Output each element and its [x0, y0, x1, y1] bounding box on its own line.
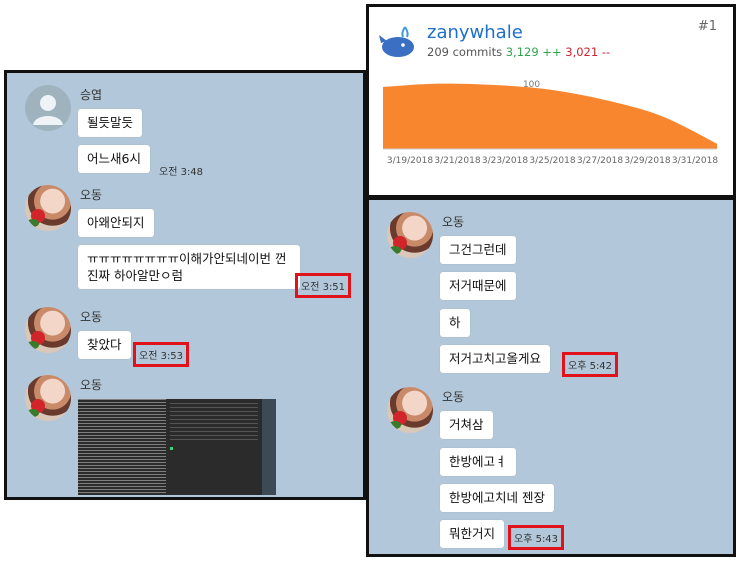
leaf-decoration [389, 246, 401, 254]
message-time-highlighted: 오후 5:42 [562, 352, 619, 377]
x-tick-label: 3/25/2018 [529, 156, 575, 166]
message-bubble[interactable]: ㅠㅠㅠㅠㅠㅠㅠㅠ이해가안되네이번 껀진짜 하아알만ㅇ럼 [78, 245, 300, 289]
person-icon [33, 95, 63, 125]
message-bubble[interactable]: 하 [440, 309, 470, 337]
contributor-stats: 209 commits 3,129 ++ 3,021 -- [427, 45, 610, 59]
message-bubble[interactable]: 아왜안되지 [78, 209, 154, 237]
leaf-decoration [27, 409, 39, 417]
message-time-highlighted: 오전 3:51 [295, 273, 352, 298]
sender-name: 오동 [80, 378, 103, 392]
right-chat-panel: 오동 그건그런데 저거때문에 하 저거고치고올게요 오후 5:42 오동 거쳐삼… [366, 197, 736, 557]
sender-name: 승엽 [80, 88, 103, 102]
contributor-rank: #1 [697, 19, 717, 34]
rose-photo-avatar[interactable] [387, 212, 433, 258]
left-chat-panel: 승엽 될듯말듯 어느새6시 오전 3:48 오동 아왜안되지 ㅠㅠㅠㅠㅠㅠㅠㅠ이… [4, 70, 366, 500]
additions-count: 3,129 ++ [505, 45, 562, 59]
default-avatar-icon[interactable] [25, 85, 71, 131]
message-bubble[interactable]: 한방에고ㅕ [440, 448, 516, 476]
x-tick-label: 3/29/2018 [624, 156, 670, 166]
message-bubble[interactable]: 거쳐삼 [440, 411, 493, 439]
shot-pane-left [78, 399, 166, 495]
whale-icon [379, 26, 414, 57]
sender-name: 오동 [442, 215, 465, 229]
rose-photo-avatar[interactable] [25, 375, 71, 421]
leaf-decoration [27, 341, 39, 349]
y-tick-label: 100 [523, 80, 540, 90]
x-tick-label: 3/31/2018 [672, 156, 718, 166]
rose-photo-avatar[interactable] [25, 307, 71, 353]
commit-area-chart: 1003/19/2018 3/21/2018 3/23/2018 3/25/2018 3… [383, 80, 718, 166]
deletions-count: 3,021 -- [565, 45, 611, 59]
contributor-card: zanywhale #1 209 commits 3,129 ++ 3,021 … [366, 4, 736, 198]
rose-photo-avatar[interactable] [25, 185, 71, 231]
sender-name: 오동 [80, 310, 103, 324]
message-bubble[interactable]: 저거고치고올게요 [440, 345, 551, 373]
terminal-screenshot-image[interactable] [78, 399, 276, 495]
message-time: 오전 3:48 [159, 167, 204, 178]
shot-pane-right [170, 403, 258, 443]
shot-sidebar [262, 399, 276, 495]
commit-area-series [383, 83, 717, 149]
leaf-decoration [27, 219, 39, 227]
x-tick-label: 3/19/2018 [387, 156, 433, 166]
message-bubble[interactable]: 될듯말듯 [78, 109, 143, 137]
message-time-highlighted: 오전 3:53 [133, 342, 190, 367]
rose-photo-avatar[interactable] [387, 387, 433, 433]
leaf-decoration [389, 421, 401, 429]
x-tick-label: 3/23/2018 [482, 156, 528, 166]
x-tick-label: 3/27/2018 [577, 156, 623, 166]
message-time-highlighted: 오후 5:43 [508, 525, 565, 550]
message-bubble[interactable]: 한방에고치네 젠장 [440, 484, 554, 512]
message-bubble[interactable]: 찾았다 [78, 331, 131, 359]
sender-name: 오동 [80, 188, 103, 202]
sender-name: 오동 [442, 390, 465, 404]
shot-cursor [170, 447, 173, 450]
message-bubble[interactable]: 저거때문에 [440, 272, 516, 300]
commit-count: 209 commits [427, 45, 503, 59]
message-bubble[interactable]: 어느새6시 [78, 145, 150, 173]
x-tick-label: 3/21/2018 [434, 156, 480, 166]
contributor-name[interactable]: zanywhale [427, 22, 523, 43]
message-bubble[interactable]: 그건그런데 [440, 236, 516, 264]
message-bubble[interactable]: 뭐한거지 [440, 520, 505, 548]
